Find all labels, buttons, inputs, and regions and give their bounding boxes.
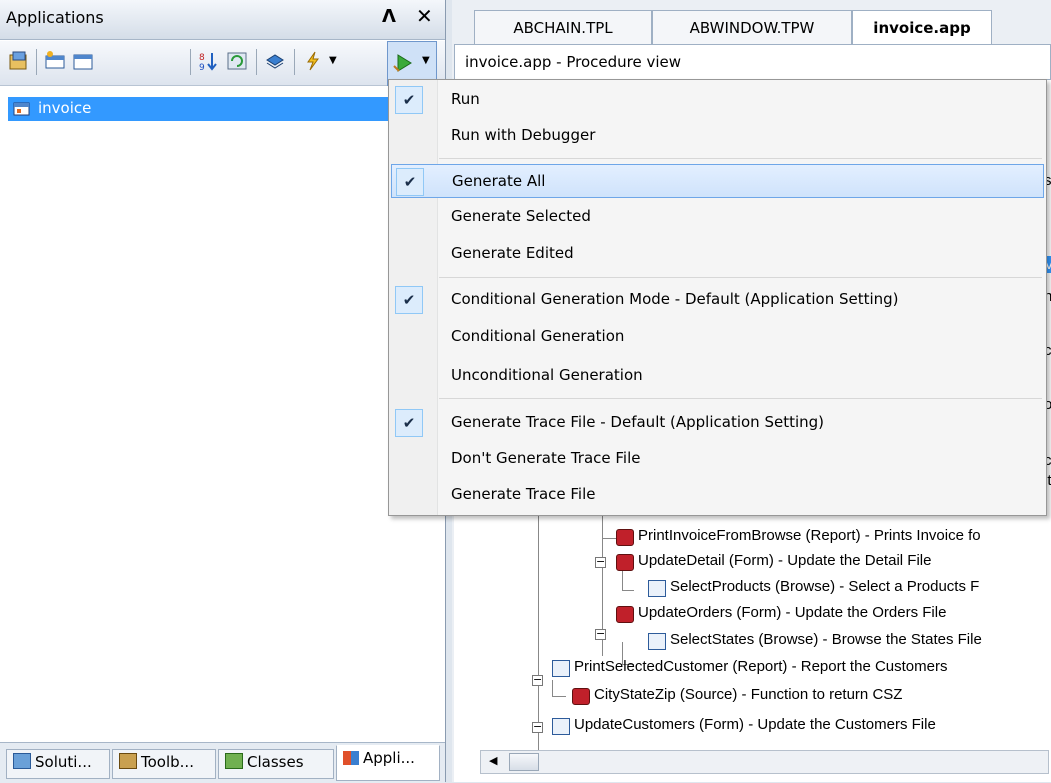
procedure-view-title: invoice.app - Procedure view — [465, 53, 681, 71]
menu-item-label: Conditional Generation — [451, 327, 625, 345]
procedure-label: UpdateOrders (Form) - Update the Orders … — [638, 604, 947, 621]
menu-item-trace-file-default[interactable]: ✔ Generate Trace File - Default (Applica… — [391, 406, 1044, 440]
menu-item-label: Run with Debugger — [451, 126, 596, 144]
menu-item-generate-edited[interactable]: Generate Edited — [391, 237, 1044, 271]
procedure-label: SelectStates (Browse) - Browse the State… — [670, 631, 982, 648]
menu-item-dont-generate-trace-file[interactable]: Don't Generate Trace File — [391, 442, 1044, 476]
tab-label: Toolb... — [141, 753, 194, 771]
run-dropdown-icon[interactable]: ▼ — [422, 55, 430, 66]
menu-item-conditional-generation[interactable]: Conditional Generation — [391, 320, 1044, 354]
menu-item-conditional-generation-default[interactable]: ✔ Conditional Generation Mode - Default … — [391, 283, 1044, 317]
tab-solution[interactable]: Soluti... — [6, 749, 110, 779]
pane-title-bar: Applications Ʌ ✕ — [0, 0, 445, 40]
procedure-label: SelectProducts (Browse) - Select a Produ… — [670, 578, 980, 595]
expander-updatedetail[interactable]: − — [595, 556, 606, 568]
window-icon[interactable] — [72, 50, 94, 72]
tab-label: Classes — [247, 753, 304, 771]
solution-icon — [13, 753, 31, 769]
menu-item-label: Generate All — [452, 172, 546, 190]
menu-separator — [439, 158, 1042, 159]
horizontal-scrollbar[interactable]: ◀ — [480, 750, 1049, 774]
make-icon[interactable] — [302, 50, 324, 72]
browse-icon — [648, 580, 666, 597]
new-procedure-icon[interactable] — [44, 50, 66, 72]
menu-separator — [439, 398, 1042, 399]
check-icon: ✔ — [395, 286, 423, 314]
form-icon — [616, 554, 634, 571]
tab-toolbox[interactable]: Toolb... — [112, 749, 216, 779]
tab-label: Soluti... — [35, 753, 92, 771]
close-icon[interactable]: ✕ — [416, 4, 433, 28]
scroll-thumb[interactable] — [509, 753, 539, 771]
dictionary-icon[interactable] — [264, 50, 286, 72]
application-icon — [13, 100, 31, 117]
refresh-icon[interactable] — [226, 50, 248, 72]
check-icon: ✔ — [396, 168, 424, 196]
application-tree — [0, 86, 445, 742]
check-icon: ✔ — [395, 409, 423, 437]
classes-icon — [225, 753, 243, 769]
form-icon — [616, 606, 634, 623]
sort-icon[interactable]: 89 — [198, 50, 220, 73]
menu-item-label: Conditional Generation Mode - Default (A… — [451, 290, 899, 308]
menu-item-generate-selected[interactable]: Generate Selected — [391, 200, 1044, 234]
menu-item-unconditional-generation[interactable]: Unconditional Generation — [391, 359, 1044, 393]
procedure-label: CityStateZip (Source) - Function to retu… — [594, 686, 903, 703]
bottom-tab-strip: Soluti... Toolb... Classes Appli... — [0, 742, 445, 783]
menu-item-run[interactable]: ✔ Run — [391, 83, 1044, 117]
procedure-label: PrintInvoiceFromBrowse (Report) - Prints… — [638, 527, 981, 544]
applications-pane: Applications Ʌ ✕ 89 ▼ ▼ invoice Soluti..… — [0, 0, 446, 783]
pane-title: Applications — [6, 8, 104, 27]
applications-icon — [343, 751, 359, 765]
menu-item-label: Generate Edited — [451, 244, 574, 262]
menu-item-run-with-debugger[interactable]: Run with Debugger — [391, 119, 1044, 153]
run-dropdown-menu: ✔ Run Run with Debugger ✔ Generate All G… — [388, 79, 1047, 516]
procedure-label: PrintSelectedCustomer (Report) - Report … — [574, 658, 948, 675]
menu-item-label: Generate Selected — [451, 207, 591, 225]
tab-label: Appli... — [363, 749, 415, 767]
procedure-label: UpdateCustomers (Form) - Update the Cust… — [574, 716, 936, 733]
report-icon — [616, 529, 634, 546]
doc-tab-abwindow[interactable]: ABWINDOW.TPW — [652, 10, 852, 44]
menu-item-label: Unconditional Generation — [451, 366, 643, 384]
browse-icon — [648, 633, 666, 650]
menu-item-label: Generate Trace File — [451, 485, 596, 503]
properties-icon[interactable] — [8, 50, 30, 72]
expander-updateorders[interactable]: − — [595, 628, 606, 640]
check-icon: ✔ — [395, 86, 423, 114]
menu-item-label: Generate Trace File - Default (Applicati… — [451, 413, 825, 431]
procedure-label: UpdateDetail (Form) - Update the Detail … — [638, 552, 932, 569]
run-icon[interactable] — [392, 52, 414, 74]
expander-updatecustomers[interactable]: − — [532, 721, 543, 733]
menu-item-label: Don't Generate Trace File — [451, 449, 641, 467]
svg-text:8: 8 — [199, 53, 205, 63]
tab-applications[interactable]: Appli... — [336, 745, 440, 781]
svg-text:9: 9 — [199, 63, 205, 72]
applications-toolbar: 89 ▼ — [0, 41, 445, 86]
pin-icon[interactable]: Ʌ — [382, 6, 396, 27]
make-dropdown-icon[interactable]: ▼ — [329, 55, 337, 66]
menu-item-generate-trace-file[interactable]: Generate Trace File — [391, 478, 1044, 512]
doc-tab-invoice-app[interactable]: invoice.app — [852, 10, 992, 44]
browse-icon — [552, 660, 570, 677]
toolbox-icon — [119, 753, 137, 769]
expander-printselectedcustomer[interactable]: − — [532, 674, 543, 686]
menu-separator — [439, 277, 1042, 278]
tab-classes[interactable]: Classes — [218, 749, 334, 779]
doc-tab-abchain[interactable]: ABCHAIN.TPL — [474, 10, 652, 44]
source-icon — [572, 688, 590, 705]
menu-item-generate-all[interactable]: ✔ Generate All — [391, 164, 1044, 198]
menu-item-label: Run — [451, 90, 480, 108]
browse-icon — [552, 718, 570, 735]
scroll-left-icon[interactable]: ◀ — [489, 754, 497, 767]
tree-item-invoice[interactable]: invoice — [8, 97, 388, 121]
procedure-view-header: invoice.app - Procedure view — [454, 44, 1051, 80]
tree-item-label: invoice — [38, 99, 92, 117]
